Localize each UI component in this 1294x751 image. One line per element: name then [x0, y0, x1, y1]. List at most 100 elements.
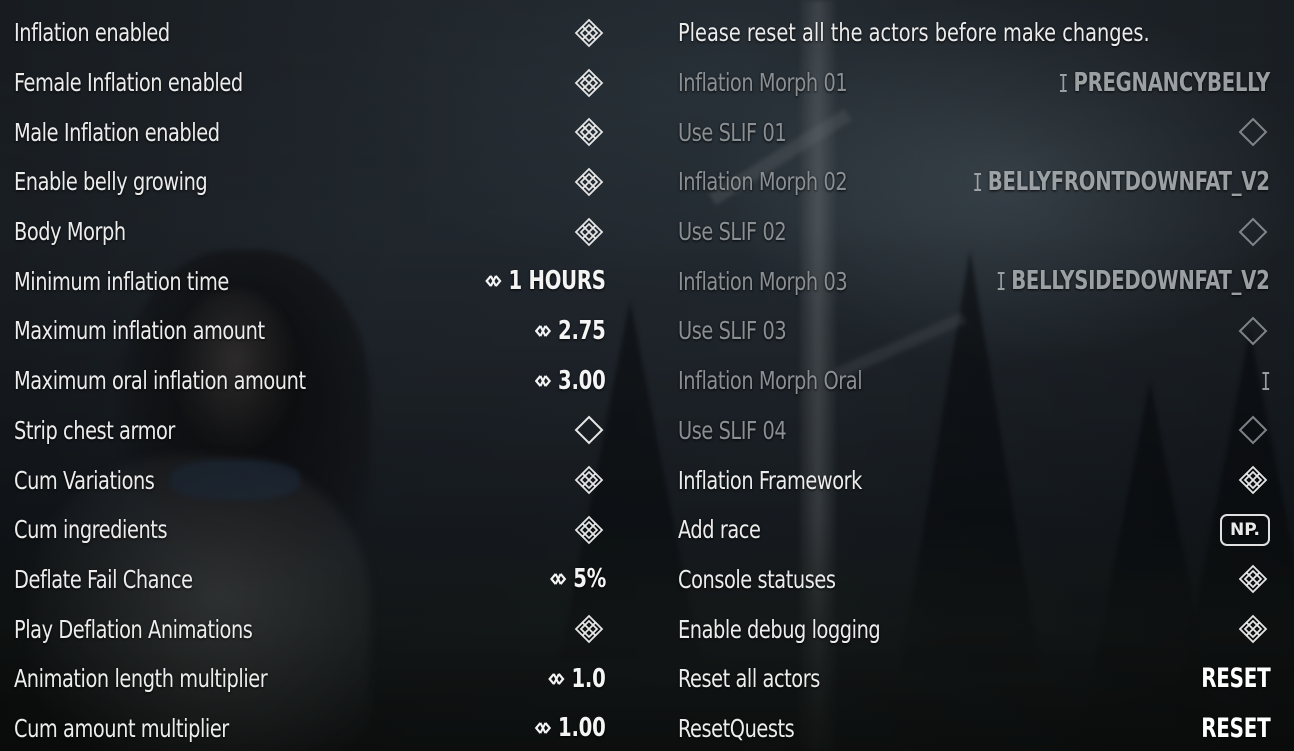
slider-icon	[485, 274, 503, 288]
option-label: Enable belly growing	[14, 167, 208, 197]
option-row-resetquests[interactable]: ResetQuests RESET	[678, 704, 1270, 751]
option-row-maximum-inflation-amount[interactable]: Maximum inflation amount 2.75	[14, 306, 606, 356]
option-row-console-statuses[interactable]: Console statuses	[678, 555, 1270, 605]
option-label: Use SLIF 04	[678, 415, 787, 445]
option-row-play-deflation-animations[interactable]: Play Deflation Animations	[14, 604, 606, 654]
option-label: Inflation Morph 02	[678, 167, 848, 197]
option-row-use-slif-04[interactable]: Use SLIF 04	[678, 406, 1270, 456]
option-label: Male Inflation enabled	[14, 117, 220, 147]
slider-icon	[534, 324, 552, 338]
text-input-value[interactable]: BELLYFRONTDOWNFAT_V2	[974, 167, 1270, 197]
option-label: Cum Variations	[14, 465, 155, 495]
slider-value[interactable]: 1.0	[548, 664, 606, 694]
text-input-text: PREGNANCYBELLY	[1073, 67, 1270, 98]
slider-icon	[534, 374, 552, 388]
text-cursor-icon	[1262, 371, 1270, 390]
option-row-minimum-inflation-time[interactable]: Minimum inflation time 1 HOURS	[14, 256, 606, 306]
option-label: Body Morph	[14, 217, 126, 247]
checked-diamond-icon[interactable]	[572, 66, 606, 100]
option-row-inflation-morph-03[interactable]: Inflation Morph 03 BELLYSIDEDOWNFAT_V2	[678, 256, 1270, 306]
option-row-strip-chest-armor[interactable]: Strip chest armor	[14, 406, 606, 456]
option-label: Deflate Fail Chance	[14, 564, 193, 594]
option-row-cum-variations[interactable]: Cum Variations	[14, 455, 606, 505]
slider-icon	[549, 572, 567, 586]
slider-icon	[548, 672, 566, 686]
option-label: Animation length multiplier	[14, 664, 268, 694]
checked-diamond-icon[interactable]	[572, 16, 606, 50]
text-input-value[interactable]: PREGNANCYBELLY	[1059, 68, 1270, 98]
slider-value-text: 3.00	[558, 365, 607, 396]
checked-diamond-icon[interactable]	[1236, 612, 1270, 646]
option-row-male-inflation-enabled[interactable]: Male Inflation enabled	[14, 107, 606, 157]
empty-diamond-icon[interactable]	[1236, 413, 1270, 447]
option-label: Minimum inflation time	[14, 266, 229, 296]
slider-value-text: 1.0	[571, 663, 606, 694]
option-row-use-slif-01[interactable]: Use SLIF 01	[678, 107, 1270, 157]
option-label: Inflation Morph Oral	[678, 366, 863, 396]
checked-diamond-icon[interactable]	[1236, 562, 1270, 596]
option-label: Play Deflation Animations	[14, 614, 253, 644]
option-row-inflation-morph-02[interactable]: Inflation Morph 02 BELLYFRONTDOWNFAT_V2	[678, 157, 1270, 207]
option-row-use-slif-02[interactable]: Use SLIF 02	[678, 207, 1270, 257]
option-row-female-inflation-enabled[interactable]: Female Inflation enabled	[14, 58, 606, 108]
checked-diamond-icon[interactable]	[572, 165, 606, 199]
option-row-deflate-fail-chance[interactable]: Deflate Fail Chance 5%	[14, 555, 606, 605]
slider-value[interactable]: 1 HOURS	[485, 266, 606, 296]
option-row-inflation-morph-oral[interactable]: Inflation Morph Oral	[678, 356, 1270, 406]
option-row-reset-all-actors[interactable]: Reset all actors RESET	[678, 654, 1270, 704]
option-row-cum-ingredients[interactable]: Cum ingredients	[14, 505, 606, 555]
slider-value[interactable]: 1.00	[534, 713, 606, 743]
option-label: ResetQuests	[678, 713, 795, 743]
option-label: Inflation Morph 03	[678, 266, 848, 296]
notice-row: Please reset all the actors before make …	[678, 8, 1270, 58]
slider-value[interactable]: 3.00	[534, 366, 606, 396]
option-row-inflation-enabled[interactable]: Inflation enabled	[14, 8, 606, 58]
empty-diamond-icon[interactable]	[1236, 314, 1270, 348]
slider-value[interactable]: 5%	[549, 564, 606, 594]
option-label: Strip chest armor	[14, 415, 175, 445]
checked-diamond-icon[interactable]	[572, 215, 606, 249]
option-row-inflation-framework[interactable]: Inflation Framework	[678, 455, 1270, 505]
reset-button[interactable]: RESET	[1201, 663, 1271, 694]
option-label: Maximum inflation amount	[14, 316, 265, 346]
checked-diamond-icon[interactable]	[572, 612, 606, 646]
empty-diamond-icon[interactable]	[1236, 115, 1270, 149]
option-row-body-morph[interactable]: Body Morph	[14, 207, 606, 257]
option-label: Reset all actors	[678, 664, 820, 694]
checked-diamond-icon[interactable]	[572, 115, 606, 149]
slider-value[interactable]: 2.75	[534, 316, 606, 346]
reset-button[interactable]: RESET	[1201, 713, 1271, 744]
option-label: Maximum oral inflation amount	[14, 366, 306, 396]
option-row-animation-length-multiplier[interactable]: Animation length multiplier 1.0	[14, 654, 606, 704]
slider-value-text: 2.75	[558, 315, 607, 346]
option-label: Inflation enabled	[14, 18, 170, 48]
text-cursor-icon	[997, 272, 1005, 291]
checked-diamond-icon[interactable]	[1236, 463, 1270, 497]
slider-value-text: 1.00	[558, 713, 607, 744]
slider-value-text: 1 HOURS	[508, 266, 606, 297]
text-input-value[interactable]	[1262, 371, 1270, 390]
empty-diamond-icon[interactable]	[572, 413, 606, 447]
empty-diamond-icon[interactable]	[1236, 215, 1270, 249]
left-options-column: Inflation enabled Female Inflation enabl…	[14, 8, 606, 751]
text-cursor-icon	[1059, 73, 1067, 92]
option-label: Cum amount multiplier	[14, 713, 229, 743]
slider-icon	[534, 721, 552, 735]
right-options-column: Please reset all the actors before make …	[678, 8, 1270, 751]
checked-diamond-icon[interactable]	[572, 513, 606, 547]
option-label: Cum ingredients	[14, 515, 168, 545]
option-row-enable-debug-logging[interactable]: Enable debug logging	[678, 604, 1270, 654]
option-row-inflation-morph-01[interactable]: Inflation Morph 01 PREGNANCYBELLY	[678, 58, 1270, 108]
option-row-cum-amount-multiplier[interactable]: Cum amount multiplier 1.00	[14, 704, 606, 751]
reset-notice-text: Please reset all the actors before make …	[678, 18, 1150, 48]
slider-value-text: 5%	[573, 564, 606, 595]
option-row-maximum-oral-inflation-amount[interactable]: Maximum oral inflation amount 3.00	[14, 356, 606, 406]
option-row-add-race[interactable]: Add race NP.	[678, 505, 1270, 555]
option-row-enable-belly-growing[interactable]: Enable belly growing	[14, 157, 606, 207]
option-label: Add race	[678, 515, 761, 545]
keymap-badge[interactable]: NP.	[1219, 513, 1270, 546]
option-row-use-slif-03[interactable]: Use SLIF 03	[678, 306, 1270, 356]
text-input-value[interactable]: BELLYSIDEDOWNFAT_V2	[997, 266, 1270, 296]
option-label: Use SLIF 03	[678, 316, 787, 346]
checked-diamond-icon[interactable]	[572, 463, 606, 497]
